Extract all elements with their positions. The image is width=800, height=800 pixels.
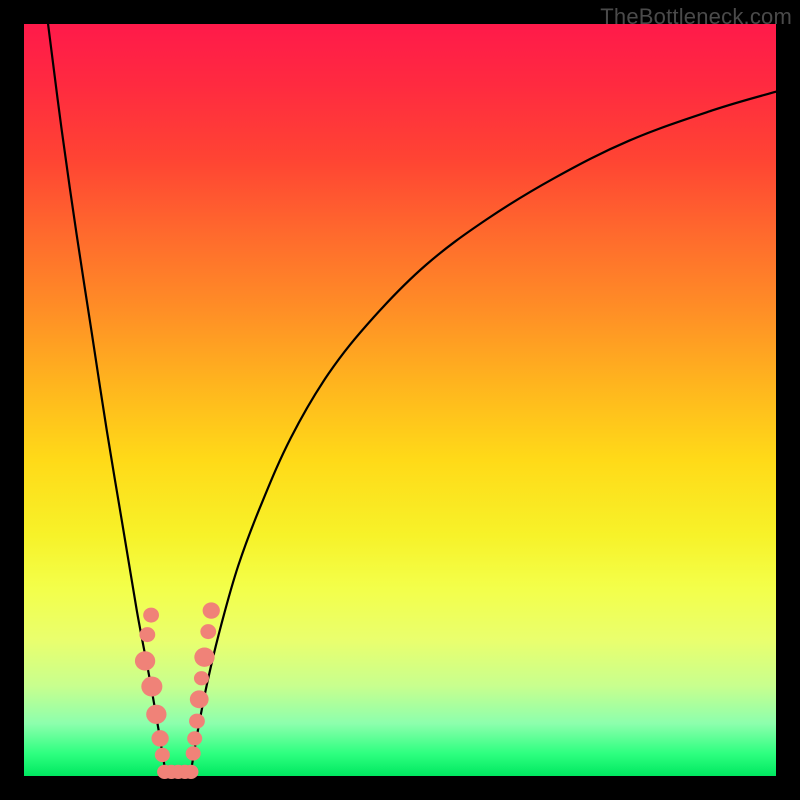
data-marker: [189, 714, 205, 729]
data-marker: [194, 648, 214, 667]
markers-right: [186, 602, 220, 760]
markers-bottom: [157, 765, 198, 779]
right-branch-curve: [190, 92, 776, 776]
data-marker: [200, 624, 216, 639]
data-marker: [139, 627, 155, 642]
outer-frame: TheBottleneck.com: [0, 0, 800, 800]
chart-overlay: [0, 0, 800, 800]
data-marker: [135, 651, 155, 670]
data-marker: [141, 677, 162, 697]
data-marker: [155, 748, 170, 762]
data-marker: [183, 765, 198, 779]
data-marker: [187, 731, 202, 745]
data-marker: [143, 608, 159, 623]
chart-layer: [48, 24, 776, 779]
data-marker: [194, 671, 209, 685]
data-marker: [151, 730, 168, 746]
data-marker: [203, 602, 220, 618]
data-marker: [186, 746, 201, 760]
data-marker: [146, 705, 166, 724]
data-marker: [190, 690, 209, 708]
